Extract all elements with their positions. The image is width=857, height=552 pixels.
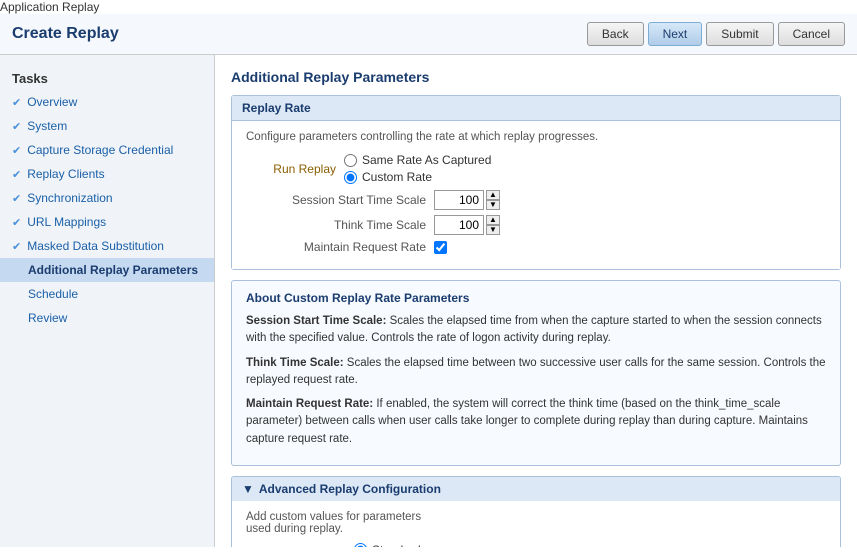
adv-radio-standard-label: Standard bbox=[372, 543, 421, 547]
submit-button[interactable]: Submit bbox=[706, 22, 773, 46]
sidebar-item-label-schedule: Schedule bbox=[28, 287, 78, 301]
sidebar-item-label-review: Review bbox=[28, 311, 67, 325]
radio-same-rate-label: Same Rate As Captured bbox=[362, 153, 491, 167]
think-time-input[interactable] bbox=[434, 215, 484, 235]
header-buttons: Back Next Submit Cancel bbox=[587, 22, 845, 46]
sidebar-item-capture-storage[interactable]: ✔ Capture Storage Credential bbox=[0, 138, 214, 162]
checkmark-icon: ✔ bbox=[12, 144, 21, 157]
think-time-up[interactable]: ▲ bbox=[486, 215, 500, 225]
session-start-label: Session Start Time Scale bbox=[256, 193, 426, 207]
run-replay-label: Run Replay bbox=[246, 162, 336, 176]
content-section-title: Additional Replay Parameters bbox=[231, 69, 841, 85]
checkmark-icon: ✔ bbox=[12, 192, 21, 205]
advanced-title: Advanced Replay Configuration bbox=[259, 482, 441, 496]
run-replay-radio-group: Same Rate As Captured Custom Rate bbox=[344, 153, 491, 184]
main-layout: Tasks ✔ Overview ✔ System ✔ Capture Storage C… bbox=[0, 55, 857, 547]
maintain-request-label: Maintain Request Rate bbox=[256, 240, 426, 254]
sidebar-item-review[interactable]: Review bbox=[0, 306, 214, 330]
think-time-input-wrap: ▲ ▼ bbox=[434, 215, 500, 235]
about-item-2: Maintain Request Rate: If enabled, the s… bbox=[246, 396, 826, 448]
adv-setting-label: Advanced Settings bbox=[246, 545, 346, 547]
sidebar-item-label-replay-clients: Replay Clients bbox=[27, 167, 104, 181]
content-area: Additional Replay Parameters Replay Rate… bbox=[215, 55, 857, 547]
about-panel: About Custom Replay Rate Parameters Sess… bbox=[231, 280, 841, 466]
sidebar-item-overview[interactable]: ✔ Overview bbox=[0, 90, 214, 114]
app-title: Application Replay bbox=[0, 0, 99, 14]
adv-radio-standard[interactable]: Standard bbox=[354, 543, 421, 547]
think-time-row: Think Time Scale ▲ ▼ bbox=[256, 215, 826, 235]
advanced-section: ▼ Advanced Replay Configuration Add cust… bbox=[231, 476, 841, 547]
adv-radio-standard-input[interactable] bbox=[354, 543, 367, 547]
radio-custom-rate-label: Custom Rate bbox=[362, 170, 432, 184]
about-panel-title: About Custom Replay Rate Parameters bbox=[246, 291, 826, 305]
sidebar-item-synchronization[interactable]: ✔ Synchronization bbox=[0, 186, 214, 210]
run-replay-row: Run Replay Same Rate As Captured Custom … bbox=[246, 153, 826, 184]
checkmark-icon: ✔ bbox=[12, 216, 21, 229]
maintain-request-checkbox[interactable] bbox=[434, 241, 447, 254]
replay-rate-panel-body: Configure parameters controlling the rat… bbox=[232, 121, 840, 269]
sidebar-item-additional-replay[interactable]: Additional Replay Parameters bbox=[0, 258, 214, 282]
session-start-up[interactable]: ▲ bbox=[486, 190, 500, 200]
session-start-spinner: ▲ ▼ bbox=[486, 190, 500, 210]
think-time-spinner: ▲ ▼ bbox=[486, 215, 500, 235]
think-time-label: Think Time Scale bbox=[256, 218, 426, 232]
next-button[interactable]: Next bbox=[648, 22, 703, 46]
checkmark-icon: ✔ bbox=[12, 240, 21, 253]
sidebar-section-title: Tasks bbox=[0, 65, 214, 90]
adv-setting-row: Advanced Settings Standard Custom bbox=[246, 543, 826, 547]
radio-custom-rate-input[interactable] bbox=[344, 171, 357, 184]
header-bar: Create Replay Back Next Submit Cancel bbox=[0, 14, 857, 55]
about-item-1: Think Time Scale: Scales the elapsed tim… bbox=[246, 355, 826, 390]
session-start-down[interactable]: ▼ bbox=[486, 200, 500, 210]
advanced-body: Add custom values for parametersused dur… bbox=[232, 501, 840, 547]
sidebar-item-label-synchronization: Synchronization bbox=[27, 191, 112, 205]
session-start-row: Session Start Time Scale ▲ ▼ bbox=[256, 190, 826, 210]
advanced-header[interactable]: ▼ Advanced Replay Configuration bbox=[232, 477, 840, 501]
think-time-down[interactable]: ▼ bbox=[486, 225, 500, 235]
sidebar-item-label-capture-storage: Capture Storage Credential bbox=[27, 143, 173, 157]
app-title-bar: Application Replay bbox=[0, 0, 857, 14]
sidebar-item-system[interactable]: ✔ System bbox=[0, 114, 214, 138]
cancel-button[interactable]: Cancel bbox=[778, 22, 845, 46]
about-item-0: Session Start Time Scale: Scales the ela… bbox=[246, 313, 826, 348]
session-start-input[interactable] bbox=[434, 190, 484, 210]
radio-same-rate-input[interactable] bbox=[344, 154, 357, 167]
checkmark-icon: ✔ bbox=[12, 168, 21, 181]
replay-rate-desc: Configure parameters controlling the rat… bbox=[246, 131, 826, 143]
sidebar-item-label-overview: Overview bbox=[27, 95, 77, 109]
maintain-request-checkbox-wrap bbox=[434, 241, 447, 254]
sidebar: Tasks ✔ Overview ✔ System ✔ Capture Storage C… bbox=[0, 55, 215, 547]
maintain-request-row: Maintain Request Rate bbox=[256, 240, 826, 254]
advanced-chevron: ▼ bbox=[242, 482, 254, 496]
adv-radio-group: Standard Custom bbox=[354, 543, 421, 547]
adv-desc: Add custom values for parametersused dur… bbox=[246, 511, 826, 535]
back-button[interactable]: Back bbox=[587, 22, 644, 46]
sidebar-item-label-system: System bbox=[27, 119, 67, 133]
sidebar-item-label-additional-replay: Additional Replay Parameters bbox=[28, 263, 198, 277]
replay-rate-panel-header: Replay Rate bbox=[232, 96, 840, 121]
checkmark-icon: ✔ bbox=[12, 120, 21, 133]
checkmark-icon: ✔ bbox=[12, 96, 21, 109]
radio-custom-rate[interactable]: Custom Rate bbox=[344, 170, 491, 184]
replay-rate-panel: Replay Rate Configure parameters control… bbox=[231, 95, 841, 270]
sidebar-item-url-mappings[interactable]: ✔ URL Mappings bbox=[0, 210, 214, 234]
radio-same-rate[interactable]: Same Rate As Captured bbox=[344, 153, 491, 167]
sidebar-item-schedule[interactable]: Schedule bbox=[0, 282, 214, 306]
session-start-input-wrap: ▲ ▼ bbox=[434, 190, 500, 210]
page-title: Create Replay bbox=[12, 25, 119, 43]
sidebar-item-label-url-mappings: URL Mappings bbox=[27, 215, 106, 229]
sidebar-item-label-masked-data: Masked Data Substitution bbox=[27, 239, 164, 253]
sidebar-item-replay-clients[interactable]: ✔ Replay Clients bbox=[0, 162, 214, 186]
sidebar-item-masked-data[interactable]: ✔ Masked Data Substitution bbox=[0, 234, 214, 258]
